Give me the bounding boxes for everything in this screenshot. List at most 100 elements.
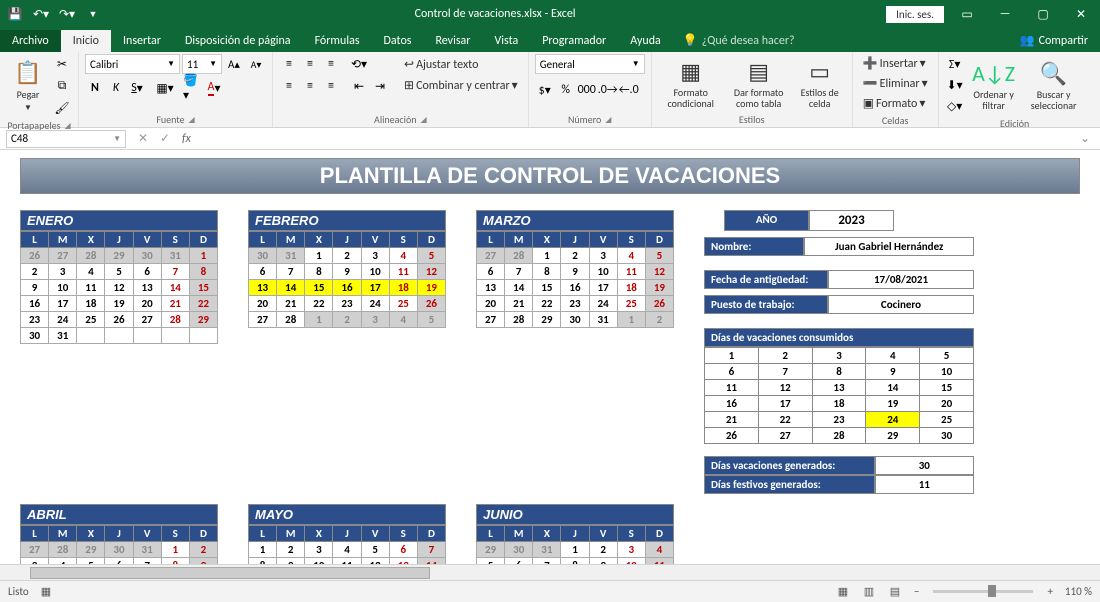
worksheet-area[interactable]: PLANTILLA DE CONTROL DE VACACIONES ENERO… <box>0 150 1100 564</box>
minimize-icon[interactable]: — <box>990 0 1020 28</box>
horizontal-scrollbar[interactable] <box>0 564 1100 580</box>
align-left-icon[interactable]: ≡ <box>279 76 299 96</box>
clear-icon[interactable]: ◇▾ <box>945 96 965 116</box>
status-ready: Listo <box>8 585 29 598</box>
share-button[interactable]: 👥Compartir <box>1008 29 1100 52</box>
tab-data[interactable]: Datos <box>372 30 424 52</box>
formula-input[interactable] <box>197 130 1080 148</box>
normal-view-icon[interactable]: ▦ <box>830 583 856 601</box>
border-icon[interactable]: ▦▾ <box>155 78 175 98</box>
expand-formula-icon[interactable]: ⌄ <box>1080 131 1090 146</box>
align-bottom-icon[interactable]: ≡ <box>321 54 341 74</box>
fill-icon[interactable]: ⬇▾ <box>945 75 965 95</box>
calendar-marzo: MARZOLMXJVSD2728123456789101112131415161… <box>476 210 674 494</box>
wrap-text-button[interactable]: ↩Ajustar texto <box>400 55 522 74</box>
zoom-in-icon[interactable]: + <box>1041 585 1058 598</box>
cell-styles-button[interactable]: ▭Estilos de celda <box>794 54 846 112</box>
save-icon[interactable]: 💾 <box>4 3 26 25</box>
tab-layout[interactable]: Disposición de página <box>173 30 303 52</box>
merge-center-button[interactable]: ⊞Combinar y centrar▾ <box>400 76 522 95</box>
signin-button[interactable]: Inic. ses. <box>886 6 944 23</box>
tab-review[interactable]: Revisar <box>423 30 482 52</box>
align-middle-icon[interactable]: ≡ <box>300 54 320 74</box>
currency-icon[interactable]: $▾ <box>535 80 555 100</box>
grow-font-icon[interactable]: A▴ <box>224 54 244 74</box>
calendar-title: FEBRERO <box>248 210 446 231</box>
tab-insert[interactable]: Insertar <box>111 30 173 52</box>
tab-developer[interactable]: Programador <box>530 30 618 52</box>
format-cells-button[interactable]: ▣Formato▾ <box>859 94 930 113</box>
fx-icon[interactable]: fx <box>176 132 197 146</box>
format-painter-icon[interactable]: 🖌 <box>52 98 72 118</box>
find-icon: 🔍 <box>1040 60 1067 87</box>
close-icon[interactable]: ✕ <box>1066 0 1096 28</box>
group-number: General▼ $▾ % 000 .0→ ←.0 Número◢ <box>529 52 652 127</box>
fill-color-icon[interactable]: 🪣▾ <box>183 78 203 98</box>
qat-customize-icon[interactable]: ▼ <box>82 3 104 25</box>
conditional-format-button[interactable]: ▦Formato condicional <box>658 54 724 112</box>
decrease-indent-icon[interactable]: ⇤ <box>349 76 369 96</box>
macro-record-icon[interactable]: ▦ <box>41 585 51 598</box>
zoom-slider[interactable] <box>933 590 1033 593</box>
autosum-icon[interactable]: Σ▾ <box>945 54 965 74</box>
page-break-icon[interactable]: ▤ <box>882 583 908 601</box>
tab-file[interactable]: Archivo <box>0 30 61 52</box>
number-format-combo[interactable]: General▼ <box>535 54 645 74</box>
ribbon-tabs: Archivo Inicio Insertar Disposición de p… <box>0 28 1100 52</box>
copy-icon[interactable]: ⧉ <box>52 76 72 96</box>
maximize-icon[interactable]: ▢ <box>1028 0 1058 28</box>
calendar-title: JUNIO <box>476 504 674 525</box>
font-name-combo[interactable]: Calibri▼ <box>85 54 180 74</box>
percent-icon[interactable]: % <box>556 80 576 100</box>
calendar-title: MARZO <box>476 210 674 231</box>
increase-indent-icon[interactable]: ⇥ <box>370 76 390 96</box>
redo-icon[interactable]: ↷▾ <box>56 3 78 25</box>
tab-home[interactable]: Inicio <box>61 30 111 52</box>
cancel-formula-icon[interactable]: ✕ <box>132 131 154 146</box>
zoom-level[interactable]: 110 % <box>1065 585 1092 598</box>
tab-help[interactable]: Ayuda <box>618 30 673 52</box>
italic-icon[interactable]: K <box>106 78 126 98</box>
group-editing: Σ▾ ⬇▾ ◇▾ A↓ZOrdenar y filtrar 🔍Buscar y … <box>939 52 1091 127</box>
group-clipboard: 📋Pegar▼ ✂ ⧉ 🖌 Portapapeles◢ <box>0 52 79 127</box>
cut-icon[interactable]: ✂ <box>52 54 72 74</box>
align-center-icon[interactable]: ≡ <box>300 76 320 96</box>
font-color-icon[interactable]: A▾ <box>204 78 224 98</box>
find-select-button[interactable]: 🔍Buscar y seleccionar <box>1023 56 1085 114</box>
tab-view[interactable]: Vista <box>482 30 530 52</box>
underline-icon[interactable]: S▾ <box>127 78 147 98</box>
font-launcher-icon[interactable]: ◢ <box>189 115 195 125</box>
calendar-febrero: FEBREROLMXJVSD30311234567891011121314151… <box>248 210 446 494</box>
bold-icon[interactable]: N <box>85 78 105 98</box>
formula-bar: C48▼ ✕ ✓ fx ⌄ <box>0 128 1100 150</box>
wrap-icon: ↩ <box>404 57 414 72</box>
comma-icon[interactable]: 000 <box>577 80 597 100</box>
undo-icon[interactable]: ↶▾ <box>30 3 52 25</box>
sort-filter-button[interactable]: A↓ZOrdenar y filtrar <box>967 56 1021 114</box>
lightbulb-icon: 💡 <box>683 33 698 48</box>
format-table-button[interactable]: ▤Dar formato como tabla <box>726 54 792 112</box>
enter-formula-icon[interactable]: ✓ <box>154 131 176 146</box>
insert-cells-button[interactable]: ➕Insertar▾ <box>859 54 930 73</box>
number-launcher-icon[interactable]: ◢ <box>605 115 611 125</box>
align-top-icon[interactable]: ≡ <box>279 54 299 74</box>
tab-formulas[interactable]: Fórmulas <box>303 30 372 52</box>
title-bar: 💾 ↶▾ ↷▾ ▼ Control de vacaciones.xlsx - E… <box>0 0 1100 28</box>
decrease-decimal-icon[interactable]: ←.0 <box>619 80 639 100</box>
increase-decimal-icon[interactable]: .0→ <box>598 80 618 100</box>
paste-button[interactable]: 📋Pegar▼ <box>6 57 50 115</box>
group-cells: ➕Insertar▾ ➖Eliminar▾ ▣Formato▾ Celdas <box>853 52 939 127</box>
calendar-mayo: MAYOLMXJVSD12345678910111213141516171819… <box>248 504 446 564</box>
tell-me[interactable]: 💡¿Qué desea hacer? <box>673 29 805 52</box>
align-right-icon[interactable]: ≡ <box>321 76 341 96</box>
calendar-enero: ENEROLMXJVSD2627282930311234567891011121… <box>20 210 218 494</box>
name-box[interactable]: C48▼ <box>6 130 126 148</box>
shrink-font-icon[interactable]: A▾ <box>246 54 266 74</box>
font-size-combo[interactable]: 11▼ <box>182 54 222 74</box>
delete-cells-button[interactable]: ➖Eliminar▾ <box>859 74 932 93</box>
zoom-out-icon[interactable]: − <box>908 585 925 598</box>
align-launcher-icon[interactable]: ◢ <box>420 115 426 125</box>
ribbon-display-icon[interactable]: ▭ <box>952 0 982 28</box>
page-layout-icon[interactable]: ▥ <box>856 583 882 601</box>
orientation-icon[interactable]: ⟲▾ <box>349 54 369 74</box>
